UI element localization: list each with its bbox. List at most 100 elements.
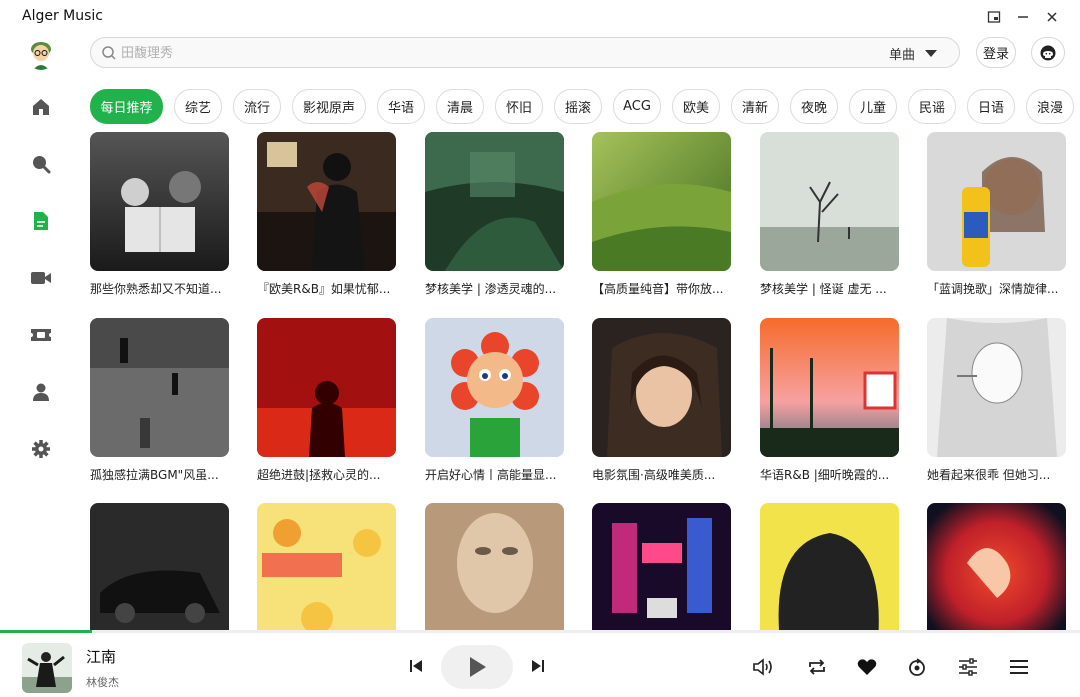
github-button[interactable] bbox=[1031, 37, 1065, 68]
tag-item[interactable]: 浪漫 bbox=[1026, 89, 1074, 124]
repeat-icon[interactable] bbox=[805, 656, 829, 678]
tag-item[interactable]: 儿童 bbox=[849, 89, 897, 124]
playlist-title[interactable]: 梦核美学 | 渗透灵魂的... bbox=[425, 280, 565, 297]
heart-icon[interactable] bbox=[855, 656, 879, 678]
playlist-cover[interactable] bbox=[760, 503, 899, 630]
playlist-icon[interactable] bbox=[1007, 656, 1031, 678]
equalizer-icon[interactable] bbox=[956, 656, 980, 678]
playlist-card[interactable]: 『欧美R&B』如果忧郁... bbox=[257, 132, 397, 297]
player-bar: 江南 林俊杰 bbox=[0, 633, 1080, 697]
playlist-cover[interactable] bbox=[425, 503, 564, 630]
sidebar bbox=[0, 34, 82, 630]
playlist-card[interactable] bbox=[90, 503, 230, 630]
tag-item[interactable]: 影视原声 bbox=[292, 89, 366, 124]
next-icon[interactable] bbox=[529, 657, 547, 675]
search-bar-icon bbox=[102, 46, 116, 60]
playlist-cover[interactable] bbox=[592, 132, 731, 271]
song-title[interactable]: 江南 bbox=[86, 646, 116, 667]
playlist-cover[interactable] bbox=[90, 132, 229, 271]
playlist-title[interactable]: 那些你熟悉却又不知道... bbox=[90, 280, 230, 297]
playlist-title[interactable]: 『欧美R&B』如果忧郁... bbox=[257, 280, 397, 297]
playlist-grid: 那些你熟悉却又不知道... 『欧美R&B』如果忧郁... 梦核美学 | 渗透灵魂… bbox=[90, 132, 1080, 630]
user-icon[interactable] bbox=[30, 381, 52, 403]
tag-item[interactable]: 清新 bbox=[731, 89, 779, 124]
search-icon[interactable] bbox=[30, 153, 52, 175]
tag-item[interactable]: 综艺 bbox=[174, 89, 222, 124]
volume-icon[interactable] bbox=[751, 656, 775, 678]
title-bar: Alger Music bbox=[0, 0, 1080, 34]
playlist-card[interactable] bbox=[927, 503, 1067, 630]
tag-item[interactable]: 华语 bbox=[377, 89, 425, 124]
playlist-title[interactable]: 华语R&B |细听晚霞的... bbox=[760, 466, 900, 483]
playlist-card[interactable] bbox=[592, 503, 732, 630]
playlist-cover[interactable] bbox=[927, 503, 1066, 630]
playlist-cover[interactable] bbox=[592, 318, 731, 457]
playlist-title[interactable]: 超绝进鼓|拯救心灵的... bbox=[257, 466, 397, 483]
tag-item[interactable]: 怀旧 bbox=[495, 89, 543, 124]
playlist-card[interactable]: 那些你熟悉却又不知道... bbox=[90, 132, 230, 297]
gear-icon[interactable] bbox=[30, 438, 52, 460]
song-cover[interactable] bbox=[22, 643, 72, 693]
playlist-card[interactable]: 「蓝调挽歌」深情旋律... bbox=[927, 132, 1067, 297]
close-icon[interactable] bbox=[1041, 6, 1063, 28]
playlist-title[interactable]: 「蓝调挽歌」深情旋律... bbox=[927, 280, 1067, 297]
search-type-label: 单曲 bbox=[888, 48, 915, 63]
playlist-card[interactable]: 梦核美学 | 渗透灵魂的... bbox=[425, 132, 565, 297]
playlist-card[interactable]: 华语R&B |细听晚霞的... bbox=[760, 318, 900, 483]
search-type-select[interactable]: 单曲 bbox=[889, 44, 937, 63]
play-button[interactable] bbox=[441, 645, 513, 689]
playlist-title[interactable]: 开启好心情丨高能量显... bbox=[425, 466, 565, 483]
tag-item[interactable]: 欧美 bbox=[672, 89, 720, 124]
playlist-cover[interactable] bbox=[90, 503, 229, 630]
playlist-card[interactable] bbox=[760, 503, 900, 630]
tag-item[interactable]: 每日推荐 bbox=[90, 89, 163, 124]
document-icon[interactable] bbox=[30, 210, 52, 232]
song-artist[interactable]: 林俊杰 bbox=[86, 674, 119, 690]
playlist-cover[interactable] bbox=[257, 503, 396, 630]
search-input[interactable] bbox=[121, 42, 821, 64]
playlist-card[interactable]: 孤独感拉满BGM"风虽... bbox=[90, 318, 230, 483]
tag-item[interactable]: 民谣 bbox=[908, 89, 956, 124]
home-icon[interactable] bbox=[30, 96, 52, 118]
login-button[interactable]: 登录 bbox=[976, 37, 1016, 68]
playlist-cover[interactable] bbox=[257, 132, 396, 271]
playlist-card[interactable] bbox=[425, 503, 565, 630]
playlist-title[interactable]: 孤独感拉满BGM"风虽... bbox=[90, 466, 230, 483]
playlist-cover[interactable] bbox=[927, 132, 1066, 271]
tag-item[interactable]: ACG bbox=[613, 89, 661, 124]
playlist-cover[interactable] bbox=[592, 503, 731, 630]
playlist-card[interactable]: 梦核美学 | 怪诞 虚无 ... bbox=[760, 132, 900, 297]
tag-item[interactable]: 日语 bbox=[967, 89, 1015, 124]
tag-item[interactable]: 夜晚 bbox=[790, 89, 838, 124]
restore-icon[interactable] bbox=[983, 6, 1005, 28]
playlist-title[interactable]: 【高质量纯音】带你放... bbox=[592, 280, 732, 297]
search-bar[interactable]: 单曲 bbox=[90, 37, 960, 68]
prev-icon[interactable] bbox=[407, 657, 425, 675]
playlist-cover[interactable] bbox=[425, 318, 564, 457]
app-logo-avatar[interactable] bbox=[26, 38, 56, 70]
tag-item[interactable]: 流行 bbox=[233, 89, 281, 124]
playlist-card[interactable]: 开启好心情丨高能量显... bbox=[425, 318, 565, 483]
app-title: Alger Music bbox=[22, 8, 104, 24]
playlist-cover[interactable] bbox=[760, 132, 899, 271]
playlist-cover[interactable] bbox=[257, 318, 396, 457]
tag-item[interactable]: 清晨 bbox=[436, 89, 484, 124]
playlist-cover[interactable] bbox=[90, 318, 229, 457]
minimize-icon[interactable] bbox=[1012, 6, 1034, 28]
playlist-card[interactable] bbox=[257, 503, 397, 630]
playlist-cover[interactable] bbox=[927, 318, 1066, 457]
playlist-cover[interactable] bbox=[425, 132, 564, 271]
playlist-card[interactable]: 电影氛围·高级唯美质... bbox=[592, 318, 732, 483]
playlist-card[interactable]: 【高质量纯音】带你放... bbox=[592, 132, 732, 297]
playlist-title[interactable]: 电影氛围·高级唯美质... bbox=[592, 466, 732, 483]
playlist-cover[interactable] bbox=[760, 318, 899, 457]
playlist-title[interactable]: 梦核美学 | 怪诞 虚无 ... bbox=[760, 280, 900, 297]
play-icon bbox=[470, 657, 486, 677]
playlist-card[interactable]: 超绝进鼓|拯救心灵的... bbox=[257, 318, 397, 483]
ticket-icon[interactable] bbox=[30, 324, 52, 346]
playlist-title[interactable]: 她看起来很乖 但她习... bbox=[927, 466, 1067, 483]
tag-item[interactable]: 摇滚 bbox=[554, 89, 602, 124]
video-icon[interactable] bbox=[30, 267, 52, 289]
rewind-icon[interactable] bbox=[905, 656, 929, 678]
playlist-card[interactable]: 她看起来很乖 但她习... bbox=[927, 318, 1067, 483]
